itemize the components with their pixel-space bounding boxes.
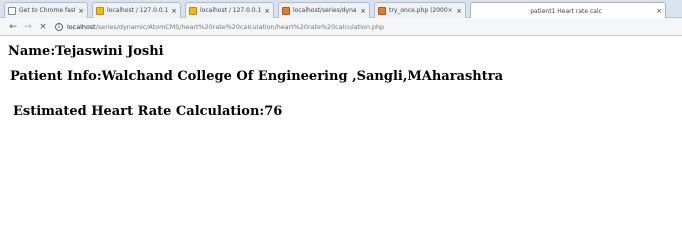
tab-patient1-heart-rate[interactable]: patient1 Heart rate calc ×: [470, 2, 666, 19]
heart-rate-heading: Estimated Heart Rate Calculation:76: [13, 104, 283, 119]
forward-arrow-icon[interactable]: →: [22, 22, 34, 32]
url-host: localhost: [67, 22, 96, 31]
patient-info-heading: Patient Info:Walchand College Of Enginee…: [10, 69, 504, 84]
patient-name-heading: Name:Tejaswini Joshi: [8, 44, 164, 59]
tab-label: localhost/series/dynami: [293, 7, 358, 14]
address-bar[interactable]: i localhost /series/dynamic/AtomCMS/hear…: [55, 20, 678, 34]
localhost-icon: [282, 6, 290, 15]
tab-try-once[interactable]: try_once.php (2000×700) ×: [374, 2, 466, 18]
tab-phpmyadmin-1[interactable]: localhost / 127.0.0.1 / ar ×: [92, 2, 181, 18]
stop-loading-icon[interactable]: ×: [37, 22, 49, 32]
tab-close-icon[interactable]: ×: [171, 7, 177, 15]
tab-close-icon[interactable]: ×: [264, 7, 270, 15]
tab-label: try_once.php (2000×700): [389, 7, 453, 14]
tab-close-icon[interactable]: ×: [656, 7, 662, 15]
tab-close-icon[interactable]: ×: [456, 7, 462, 15]
localhost-icon: [378, 6, 386, 15]
tab-label: Get to Chrome faster: [19, 7, 75, 14]
tab-label: localhost / 127.0.0.1 | ph: [200, 7, 262, 14]
page-content: Name:Tejaswini Joshi Patient Info:Walcha…: [0, 37, 682, 252]
browser-toolbar: ← → × i localhost /series/dynamic/AtomCM…: [0, 18, 682, 36]
tab-localhost-series[interactable]: localhost/series/dynami ×: [278, 2, 370, 18]
phpmyadmin-icon: [96, 6, 104, 15]
tab-close-icon[interactable]: ×: [360, 7, 366, 15]
page-icon: [8, 6, 16, 15]
tab-label: localhost / 127.0.0.1 / ar: [107, 7, 169, 14]
tab-phpmyadmin-2[interactable]: localhost / 127.0.0.1 | ph ×: [185, 2, 274, 18]
tab-label: patient1 Heart rate calc: [530, 7, 602, 15]
back-arrow-icon[interactable]: ←: [7, 22, 19, 32]
phpmyadmin-icon: [189, 6, 197, 15]
url-path: /series/dynamic/AtomCMS/heart%20rate%20c…: [95, 22, 385, 31]
tab-strip: Get to Chrome faster × localhost / 127.0…: [0, 0, 682, 19]
tab-get-to-chrome-faster[interactable]: Get to Chrome faster ×: [4, 2, 88, 18]
info-icon[interactable]: i: [55, 22, 63, 31]
tab-close-icon[interactable]: ×: [78, 7, 84, 15]
tab-spacer: [474, 7, 476, 15]
